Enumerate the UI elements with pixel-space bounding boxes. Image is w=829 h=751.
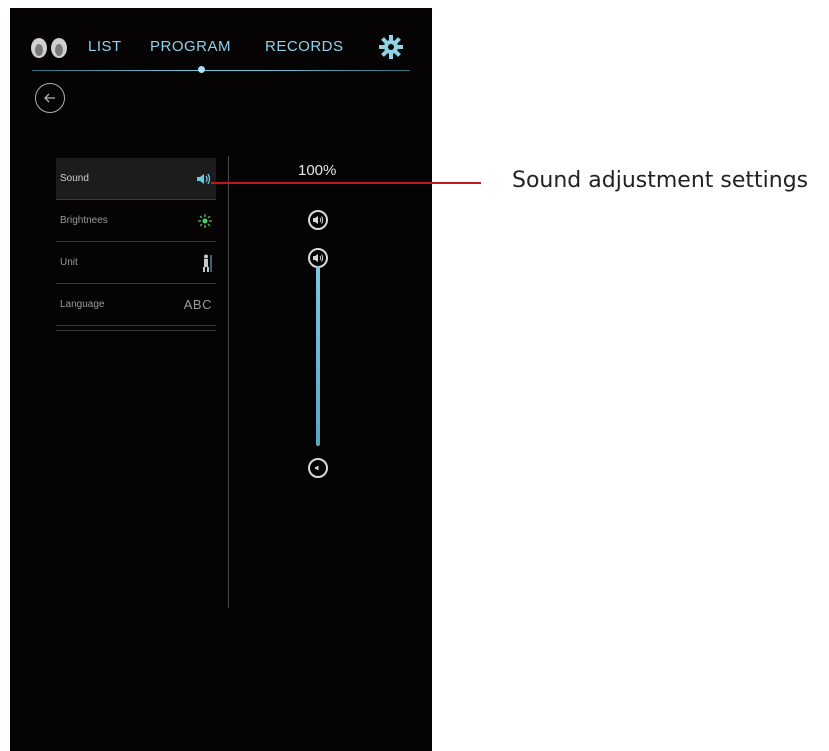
annotation-label: Sound adjustment settings [512, 168, 809, 193]
annotation-callout-line [211, 182, 481, 184]
setting-label: Brightnees [60, 215, 108, 226]
language-abc-icon: ABC [183, 297, 212, 312]
active-tab-indicator [198, 66, 205, 73]
tab-list[interactable]: LIST [88, 38, 122, 55]
speaker-loud-icon [313, 254, 324, 262]
tab-program[interactable]: PROGRAM [150, 38, 231, 55]
setting-item-brightness[interactable]: Brightnees [56, 200, 216, 242]
panel-divider [228, 156, 229, 608]
list-divider [56, 326, 216, 331]
volume-slider-track[interactable] [316, 266, 320, 446]
top-nav: LIST PROGRAM RECORDS [10, 8, 432, 78]
person-icon [200, 254, 212, 272]
arrow-left-icon [44, 93, 55, 103]
speaker-quiet-icon [315, 465, 319, 471]
volume-min-button[interactable] [308, 458, 328, 478]
volume-percent: 100% [298, 162, 337, 179]
tab-records[interactable]: RECORDS [265, 38, 344, 55]
setting-label: Unit [60, 257, 78, 268]
feet-logo-icon [31, 38, 67, 58]
volume-slider-handle[interactable] [308, 248, 328, 268]
setting-item-language[interactable]: Language ABC [56, 284, 216, 326]
back-button[interactable] [35, 83, 65, 113]
setting-label: Language [60, 299, 105, 310]
nav-underline [32, 70, 410, 71]
setting-label: Sound [60, 173, 89, 184]
device-screen: LIST PROGRAM RECORDS Sound Brightnees Un… [10, 8, 432, 751]
speaker-icon [196, 173, 212, 185]
gear-icon[interactable] [379, 35, 403, 59]
volume-max-button[interactable] [308, 210, 328, 230]
speaker-loud-icon [313, 216, 324, 224]
setting-item-sound[interactable]: Sound [56, 158, 216, 200]
setting-item-unit[interactable]: Unit [56, 242, 216, 284]
settings-list: Sound Brightnees Unit Language ABC [56, 158, 216, 331]
sun-icon [198, 213, 212, 228]
